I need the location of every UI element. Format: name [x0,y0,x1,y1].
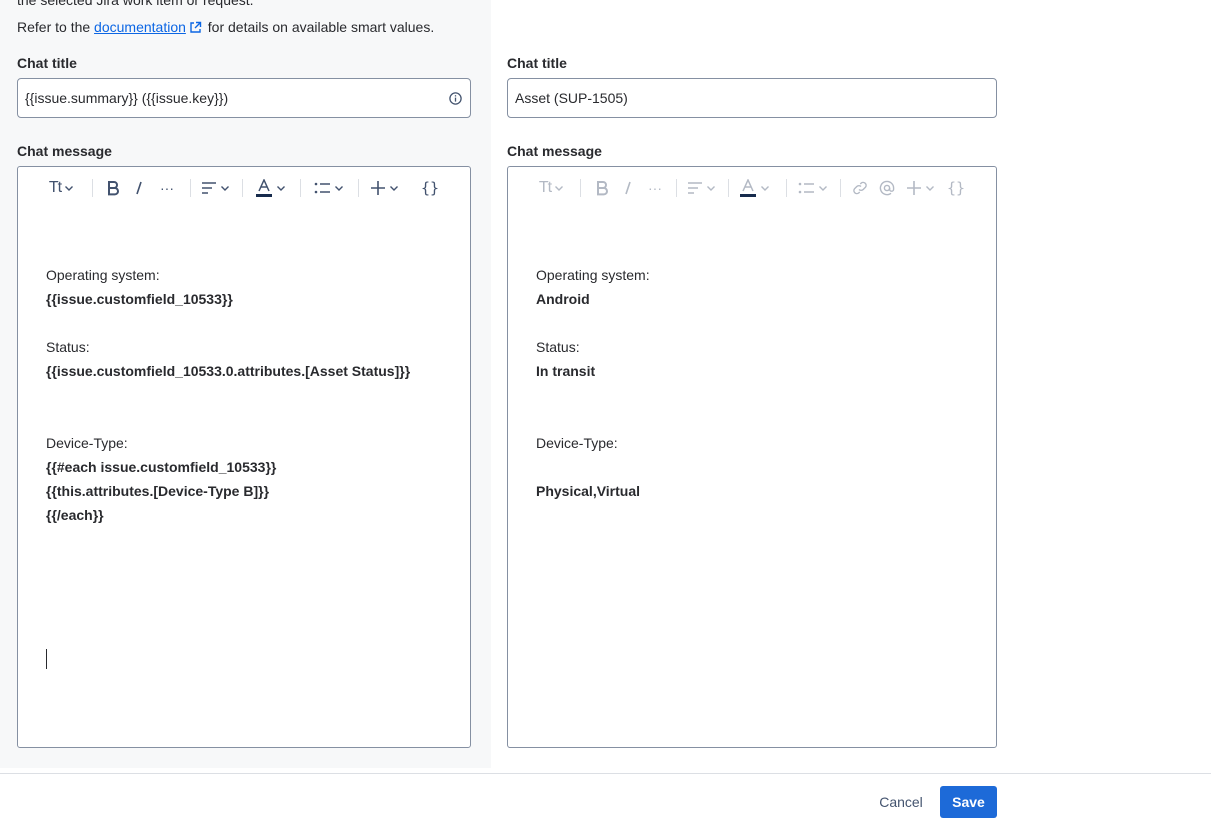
device-label-line: Device-Type: [46,435,128,451]
chevron-down-icon [818,186,827,191]
os-label-line: Operating system: [46,265,160,285]
cancel-button[interactable]: Cancel [870,786,932,818]
documentation-link[interactable]: documentation [94,19,186,35]
right-chat-title-label: Chat title [507,55,567,71]
right-chat-title-input[interactable]: Asset (SUP-1505) [507,78,997,118]
smart-values-button[interactable]: {} [418,175,442,201]
bold-button [591,175,613,201]
right-chat-message-preview: Tt ··· {} Operating system: Android Stat… [507,166,997,748]
list-button [794,175,832,201]
alignment-button [684,175,720,201]
italic-icon [136,181,142,195]
list-button[interactable] [310,175,348,201]
save-button[interactable]: Save [940,786,997,818]
code-braces-icon: {} [420,179,440,197]
toolbar-separator [358,179,359,197]
intro-text: the selected Jira work item or request. [17,0,254,8]
plus-icon [371,181,385,195]
left-editor-toolbar: Tt ··· {} [18,175,470,201]
status-label-line: Status: [536,339,580,355]
text-color-icon [739,179,756,197]
link-button [849,175,871,201]
text-color-button[interactable] [252,175,290,201]
text-style-icon: Tt [538,179,552,196]
chevron-down-icon [65,186,74,191]
left-chat-title-value: {{issue.summary}} ({{issue.key}}) [25,90,229,106]
toolbar-separator [300,179,301,197]
toolbar-separator [840,179,841,197]
insert-button [902,175,940,201]
italic-icon [625,181,631,195]
mention-icon [879,180,895,196]
smart-values-button: {} [945,175,967,201]
os-label-line: Operating system: [536,267,650,283]
device-label-line: Device-Type: [536,435,618,451]
each-end-line: {{/each}} [46,507,104,523]
toolbar-separator [92,179,93,197]
device-value-line: Physical,Virtual [536,483,641,499]
toolbar-separator [580,179,581,197]
mention-button [876,175,898,201]
chevron-down-icon [334,186,343,191]
right-editor-toolbar: Tt ··· {} [508,175,996,201]
align-left-icon [202,182,216,194]
left-chat-title-input[interactable]: {{issue.summary}} ({{issue.key}}) [17,78,471,118]
toolbar-separator [242,179,243,197]
bold-button[interactable] [102,175,124,201]
intro-doc-line: Refer to the documentation for details o… [17,19,434,37]
each-start-line: {{#each issue.customfield_10533}} [46,459,277,475]
toolbar-separator [676,179,677,197]
chevron-down-icon [221,186,229,191]
chevron-down-icon [926,186,934,191]
alignment-button[interactable] [198,175,234,201]
toolbar-separator [786,179,787,197]
left-chat-message-editor[interactable]: Tt ··· {} Operating system: {{issue.cust… [17,166,471,748]
footer-divider [0,773,1211,774]
chevron-down-icon [276,186,285,191]
italic-button[interactable] [128,175,150,201]
text-color-button [736,175,774,201]
bold-icon [597,181,608,196]
text-cursor [46,649,47,669]
left-chat-message-label: Chat message [17,143,112,159]
more-formatting-button: ··· [644,175,666,201]
italic-button [617,175,639,201]
more-formatting-button[interactable]: ··· [156,175,178,201]
right-chat-title-value: Asset (SUP-1505) [515,90,628,106]
external-link-icon [189,21,202,37]
right-chat-message-label: Chat message [507,143,602,159]
bold-icon [108,181,119,196]
insert-button[interactable] [366,175,404,201]
bullet-list-icon [798,182,814,194]
status-label-line: Status: [46,339,90,355]
intro-prefix: Refer to the [17,19,95,35]
os-value-line: {{issue.customfield_10533}} [46,291,233,307]
os-value-line: Android [536,291,590,307]
info-icon[interactable] [449,92,462,108]
code-braces-icon: {} [946,179,966,197]
status-value-line: In transit [536,363,596,379]
status-value-line: {{issue.customfield_10533.0.attributes.[… [46,363,411,379]
chevron-down-icon [390,186,398,191]
bullet-list-icon [314,182,330,194]
left-chat-title-label: Chat title [17,55,77,71]
text-style-icon: Tt [48,179,62,196]
text-style-button[interactable]: Tt [44,175,80,201]
toolbar-separator [190,179,191,197]
align-left-icon [688,182,702,194]
chevron-down-icon [555,186,564,191]
chevron-down-icon [760,186,769,191]
more-icon: ··· [648,180,662,196]
each-attr-line: {{this.attributes.[Device-Type B]}} [46,483,270,499]
chevron-down-icon [707,186,715,191]
toolbar-separator [728,179,729,197]
text-color-icon [255,179,272,197]
plus-icon [907,181,921,195]
os-label: Operating system: [46,267,160,283]
more-icon: ··· [160,180,174,196]
link-icon [853,181,867,195]
text-style-button: Tt [534,175,570,201]
intro-suffix: for details on available smart values. [203,19,435,35]
